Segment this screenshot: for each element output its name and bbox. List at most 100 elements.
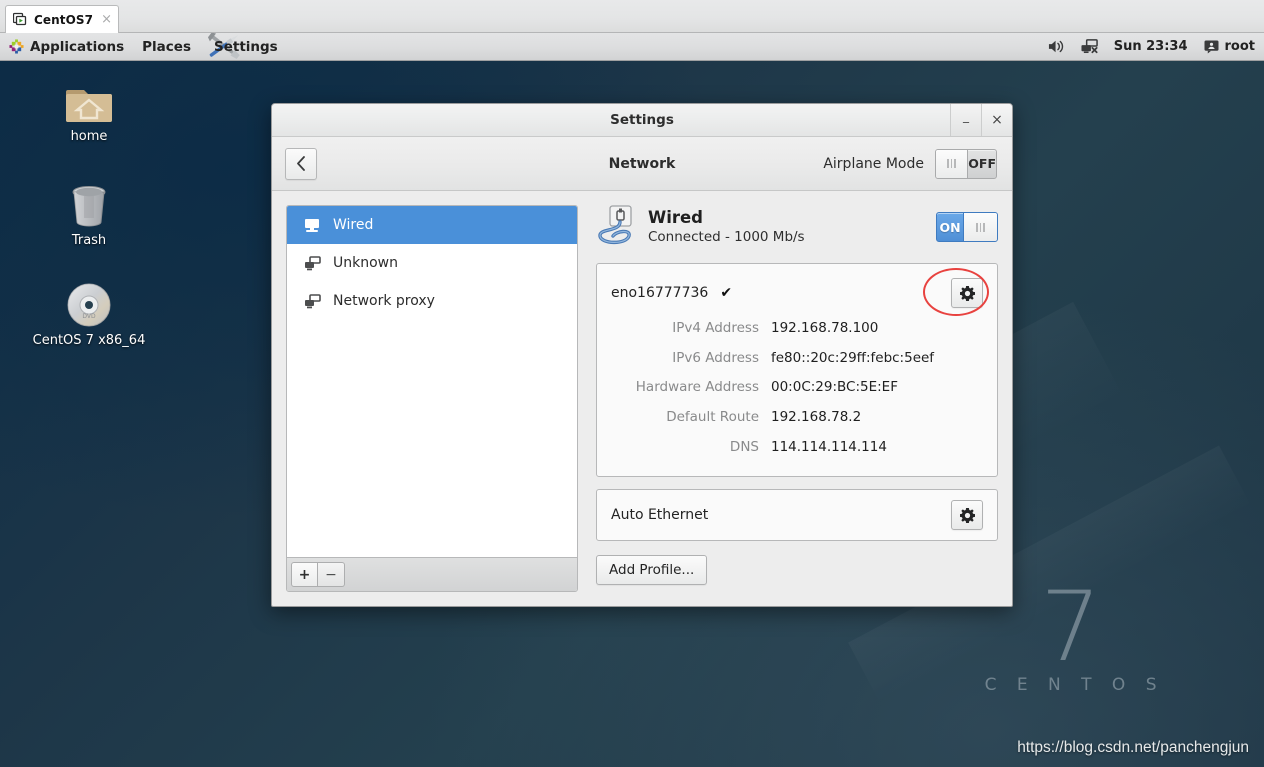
window-titlebar: Settings _ ×	[272, 104, 1012, 137]
network-status-button[interactable]	[1074, 33, 1105, 60]
profile-settings-button[interactable]	[951, 500, 983, 531]
sidebar-item-label: Unknown	[333, 255, 398, 271]
desktop-icon-label: Trash	[71, 233, 107, 248]
detail-value: 00:0C:29:BC:5E:EF	[771, 379, 898, 396]
device-text-block: Wired Connected - 1000 Mb/s	[648, 207, 805, 246]
desktop-icon-centos-dvd[interactable]: DVD CentOS 7 x86_64	[32, 282, 146, 348]
chevron-left-icon	[296, 156, 305, 171]
network-disconnected-icon	[1081, 39, 1098, 54]
user-label: root	[1224, 39, 1256, 54]
sidebar-item-unknown[interactable]: Unknown	[287, 244, 577, 282]
device-status: Connected - 1000 Mb/s	[648, 229, 805, 246]
connection-settings-button[interactable]	[951, 278, 983, 308]
device-power-toggle[interactable]: ON	[936, 212, 998, 242]
back-button[interactable]	[285, 147, 317, 180]
network-sidebar: Wired Unknown Network proxy + −	[286, 205, 578, 592]
detail-value: 192.168.78.100	[771, 320, 879, 336]
sidebar-item-wired[interactable]: Wired	[287, 206, 577, 244]
add-device-button[interactable]: +	[291, 562, 318, 587]
connection-name: eno16777736	[611, 285, 709, 301]
desktop-icon-label: CentOS 7 x86_64	[32, 333, 146, 348]
settings-body: Wired Unknown Network proxy + − Wired Co…	[272, 191, 1012, 606]
sidebar-item-network-proxy[interactable]: Network proxy	[287, 282, 577, 320]
blog-url-watermark: https://blog.csdn.net/panchengjun	[1017, 739, 1249, 756]
desktop-icon-label: home	[70, 129, 108, 144]
connection-details-card: eno16777736 ✔ IPv4 Address 192.168.78.10…	[596, 263, 998, 478]
device-header: Wired Connected - 1000 Mb/s ON	[596, 205, 998, 249]
volume-button[interactable]	[1041, 33, 1072, 60]
settings-headerbar: Network Airplane Mode OFF	[272, 137, 1012, 191]
device-switch-wrap: ON	[936, 212, 998, 242]
settings-launcher-label: Settings	[213, 38, 278, 55]
applications-menu[interactable]: Applications	[0, 33, 133, 60]
user-menu[interactable]: root	[1197, 33, 1263, 60]
device-power-state: ON	[939, 219, 961, 235]
clock[interactable]: Sun 23:34	[1107, 33, 1195, 60]
centos-wordmark: C E N T O S	[984, 675, 1164, 695]
detail-value: fe80::20c:29ff:febc:5eef	[771, 349, 935, 366]
close-icon[interactable]: ×	[101, 13, 112, 26]
sidebar-item-label: Network proxy	[333, 293, 435, 309]
vmware-tab-centos7[interactable]: CentOS7 ×	[5, 5, 120, 33]
airplane-mode-state: OFF	[968, 156, 996, 171]
minimize-button[interactable]: _	[950, 104, 981, 136]
vmware-tab-label: CentOS7	[34, 12, 94, 27]
window-controls: _ ×	[950, 104, 1012, 136]
clock-label: Sun 23:34	[1113, 39, 1188, 54]
window-title: Settings	[610, 112, 674, 128]
home-folder-icon	[66, 90, 112, 122]
volume-icon	[1048, 40, 1063, 53]
network-detail-panel: Wired Connected - 1000 Mb/s ON eno167777…	[596, 205, 998, 592]
close-button[interactable]: ×	[981, 104, 1012, 136]
desktop-icon-trash[interactable]: Trash	[34, 182, 144, 248]
wired-cable-icon	[596, 205, 642, 249]
detail-label: IPv6 Address	[672, 349, 759, 366]
detail-row: Default Route 192.168.78.2	[597, 403, 997, 433]
places-menu[interactable]: Places	[133, 33, 200, 60]
detail-row: IPv4 Address 192.168.78.100	[597, 314, 997, 344]
applications-label: Applications	[30, 38, 125, 55]
panel-left-group: Applications Places Settings	[0, 32, 287, 60]
remove-device-button[interactable]: −	[318, 562, 345, 587]
sidebar-item-label: Wired	[333, 217, 374, 233]
user-icon	[1204, 39, 1218, 54]
toggle-knob	[936, 149, 969, 178]
connection-active-check-icon: ✔	[720, 285, 733, 301]
detail-row: DNS 114.114.114.114	[597, 433, 997, 463]
connection-row: eno16777736 ✔	[597, 264, 997, 316]
detail-row: IPv6 Address fe80::20c:29ff:febc:5eef	[597, 344, 997, 374]
toggle-knob	[963, 213, 997, 241]
desktop: home Trash DVD CentOS 7 x86_64 7 C E N T…	[0, 0, 1264, 767]
places-label: Places	[142, 38, 191, 55]
detail-label: Hardware Address	[635, 379, 759, 396]
desktop-icon-home[interactable]: home	[34, 82, 144, 144]
device-name: Wired	[648, 207, 703, 227]
sidebar-toolbar: + −	[287, 557, 577, 591]
panel-right-group: Sun 23:34 root	[1041, 33, 1264, 60]
vmware-tabbar: CentOS7 ×	[0, 0, 1264, 33]
detail-label: Default Route	[666, 408, 759, 425]
airplane-mode-toggle[interactable]: OFF	[935, 148, 997, 179]
detail-label: IPv4 Address	[672, 320, 759, 336]
detail-value: 114.114.114.114	[771, 438, 887, 455]
centos-apps-icon	[9, 39, 24, 54]
dvd-disc-icon: DVD	[67, 283, 111, 327]
add-profile-button[interactable]: Add Profile...	[596, 555, 708, 586]
gear-icon	[959, 507, 975, 523]
profile-card: Auto Ethernet	[596, 489, 998, 542]
wired-device-icon	[303, 218, 321, 233]
vm-screen-icon	[12, 12, 28, 27]
settings-window: Settings _ × Network Airplane Mode OFF W…	[271, 103, 1013, 607]
svg-text:DVD: DVD	[82, 313, 96, 320]
airplane-mode-group: Airplane Mode OFF	[823, 148, 997, 179]
airplane-mode-label: Airplane Mode	[823, 155, 924, 172]
detail-value: 192.168.78.2	[771, 408, 862, 425]
minimize-icon: _	[963, 109, 969, 123]
gear-icon	[959, 285, 975, 301]
minus-icon: −	[325, 566, 337, 583]
settings-window-button[interactable]: Settings	[200, 32, 287, 60]
add-profile-label: Add Profile...	[609, 562, 695, 579]
close-icon: ×	[991, 112, 1003, 128]
plus-icon: +	[298, 566, 311, 583]
network-device-icon	[303, 293, 321, 309]
